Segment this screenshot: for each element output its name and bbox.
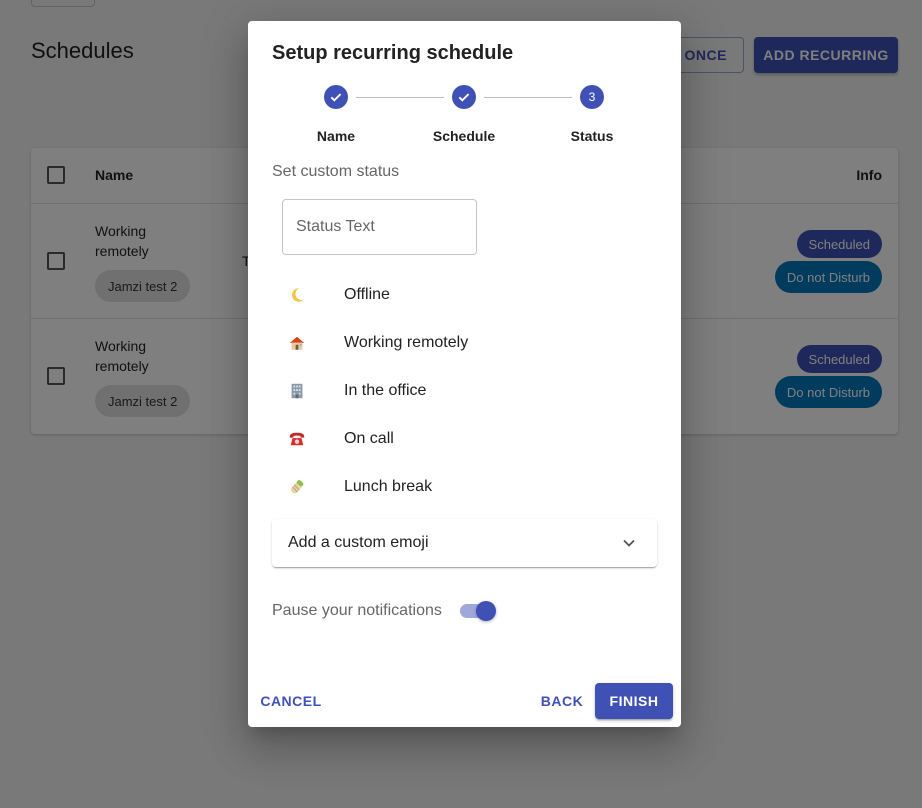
burrito-icon bbox=[291, 480, 304, 494]
check-icon bbox=[458, 93, 470, 102]
status-text-input[interactable] bbox=[282, 199, 477, 255]
stepper-connector bbox=[484, 97, 572, 98]
cancel-button[interactable]: CANCEL bbox=[256, 683, 326, 719]
status-option-label: Lunch break bbox=[344, 478, 433, 495]
status-option-in-the-office[interactable]: In the office bbox=[272, 371, 652, 411]
custom-emoji-label: Add a custom emoji bbox=[288, 534, 429, 551]
back-button[interactable]: BACK bbox=[536, 683, 588, 719]
status-option-label: Working remotely bbox=[344, 334, 469, 351]
status-option-label: In the office bbox=[344, 382, 427, 399]
chevron-down-icon bbox=[623, 539, 635, 547]
toggle-thumb bbox=[476, 601, 496, 621]
status-option-lunch-break[interactable]: Lunch break bbox=[272, 467, 652, 507]
step-3-active: 3 bbox=[580, 85, 604, 109]
house-icon bbox=[289, 336, 305, 350]
check-icon bbox=[330, 93, 342, 102]
step-1-done-icon bbox=[324, 85, 348, 109]
status-option-on-call[interactable]: On call bbox=[272, 419, 652, 459]
custom-emoji-accordion[interactable]: Add a custom emoji bbox=[272, 519, 657, 567]
dialog-title: Setup recurring schedule bbox=[272, 42, 514, 64]
status-option-label: On call bbox=[344, 430, 394, 447]
telephone-icon bbox=[289, 432, 305, 446]
office-building-icon bbox=[291, 383, 303, 399]
step-number: 3 bbox=[588, 90, 596, 104]
custom-status-label: Set custom status bbox=[272, 163, 400, 180]
pause-notifications-toggle[interactable] bbox=[458, 599, 498, 623]
step-label-schedule: Schedule bbox=[432, 128, 496, 144]
status-option-working-remotely[interactable]: Working remotely bbox=[272, 323, 652, 363]
step-label-status: Status bbox=[570, 128, 614, 144]
step-2-done-icon bbox=[452, 85, 476, 109]
stepper-connector bbox=[356, 97, 444, 98]
finish-button[interactable]: FINISH bbox=[595, 683, 673, 719]
status-option-offline[interactable]: Offline bbox=[272, 275, 652, 315]
recurring-schedule-dialog: Setup recurring schedule 3 Name Schedule… bbox=[248, 21, 681, 727]
page: Schedules D ONCE ADD RECURRING Name Info… bbox=[0, 0, 922, 808]
moon-icon bbox=[291, 288, 304, 302]
status-option-label: Offline bbox=[344, 286, 390, 303]
step-label-name: Name bbox=[316, 128, 356, 144]
pause-notifications-label: Pause your notifications bbox=[272, 602, 442, 619]
